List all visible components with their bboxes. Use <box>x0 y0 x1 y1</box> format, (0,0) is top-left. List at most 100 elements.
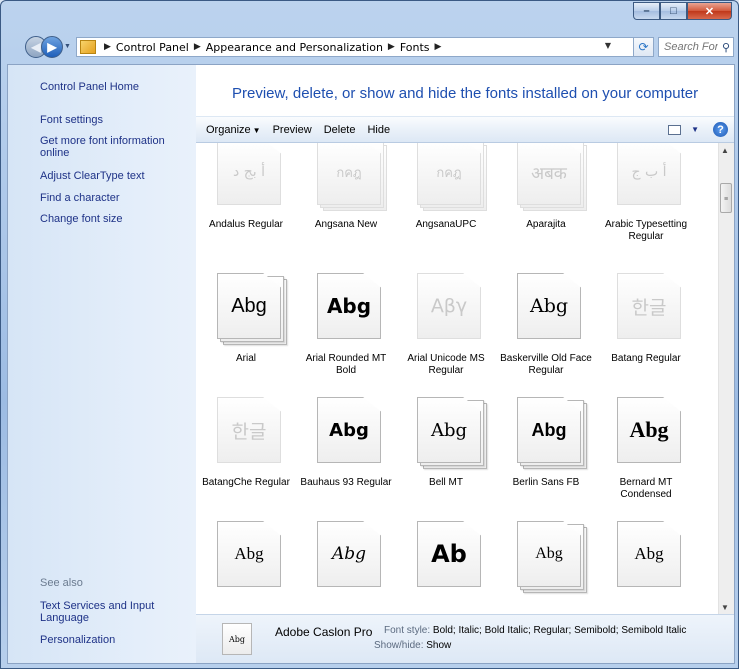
breadcrumb-separator-icon[interactable]: ▶ <box>194 42 201 52</box>
show-hide-value: Show <box>426 640 452 651</box>
more-font-info-link[interactable]: Get more font information online <box>40 135 180 159</box>
selected-font-thumbnail: Abg <box>222 623 252 655</box>
search-input[interactable] <box>664 41 718 53</box>
address-bar[interactable]: ▶ Control Panel ▶ Appearance and Persona… <box>76 37 634 57</box>
font-tile[interactable]: Abg <box>497 513 595 614</box>
font-style-label: Font style: <box>384 625 431 636</box>
font-tile[interactable]: Αβγ Arial Unicode MS Regular <box>397 265 495 397</box>
font-sample: Abg <box>629 417 669 442</box>
font-file-icon: Abg <box>217 521 283 589</box>
font-sample: Abg <box>529 295 569 317</box>
text-services-link[interactable]: Text Services and Input Language <box>40 600 170 624</box>
scroll-down-icon[interactable]: ▼ <box>721 603 729 612</box>
font-tile[interactable]: أ ب ج Arabic Typesetting Regular <box>597 143 695 263</box>
hide-button[interactable]: Hide <box>367 124 390 136</box>
font-name: Bauhaus 93 Regular <box>300 477 392 488</box>
font-sample: Abg <box>234 544 264 563</box>
font-tile[interactable]: Abg Berlin Sans FB <box>497 389 595 521</box>
font-sample: Abg <box>326 294 372 318</box>
vertical-scrollbar[interactable]: ▲ ≡ ▼ <box>718 143 734 614</box>
help-icon[interactable]: ? <box>713 122 728 137</box>
font-sample: Abg <box>430 419 468 441</box>
address-history-dropdown-icon[interactable]: ▼ <box>605 41 611 50</box>
refresh-icon: ⟳ <box>638 40 649 54</box>
organize-dropdown-icon: ▼ <box>252 125 261 135</box>
font-name: Aparajita <box>526 219 566 230</box>
font-tile[interactable]: أ بج د Andalus Regular <box>197 143 295 263</box>
font-file-icon: Abg <box>317 521 383 589</box>
show-hide-label: Show/hide: <box>374 640 424 651</box>
breadcrumb-fonts[interactable]: Fonts <box>400 41 430 54</box>
font-file-icon: Abg <box>317 397 383 465</box>
font-sample: 한글 <box>631 296 667 319</box>
minimize-button[interactable]: – <box>633 2 660 20</box>
recent-pages-dropdown-icon[interactable]: ▼ <box>64 43 71 50</box>
scroll-thumb[interactable]: ≡ <box>720 183 732 213</box>
view-dropdown-icon[interactable]: ▼ <box>691 125 699 134</box>
organize-button[interactable]: Organize ▼ <box>206 124 261 136</box>
content-pane: Control Panel Home Font settings Get mor… <box>7 64 735 664</box>
fonts-main: Preview, delete, or show and hide the fo… <box>196 65 734 663</box>
font-tile[interactable]: Abg Bauhaus 93 Regular <box>297 389 395 521</box>
close-button[interactable]: ✕ <box>687 2 732 20</box>
breadcrumb-separator-icon[interactable]: ▶ <box>388 42 395 52</box>
font-name: Berlin Sans FB <box>512 477 580 488</box>
font-tile[interactable]: Abg <box>297 513 395 614</box>
font-sample: Αβγ <box>430 295 468 317</box>
font-family-icon: Abg <box>517 521 587 593</box>
control-panel-home-link[interactable]: Control Panel Home <box>40 81 190 93</box>
breadcrumb-separator-icon[interactable]: ▶ <box>435 42 442 52</box>
font-tile[interactable]: Abg Baskerville Old Face Regular <box>497 265 595 397</box>
font-name: AngsanaUPC <box>415 219 477 230</box>
toolbar-right: ▼ ? <box>668 122 728 137</box>
find-character-link[interactable]: Find a character <box>40 192 190 204</box>
font-tile[interactable]: अबक Aparajita <box>497 143 595 263</box>
font-name: BatangChe Regular <box>202 477 290 488</box>
page-title: Preview, delete, or show and hide the fo… <box>232 85 699 102</box>
font-tile[interactable]: Abg <box>197 513 295 614</box>
font-tile[interactable]: Abg Arial Rounded MT Bold <box>297 265 395 397</box>
breadcrumb-separator-icon[interactable]: ▶ <box>104 42 111 52</box>
font-settings-link[interactable]: Font settings <box>40 114 190 126</box>
task-pane: Control Panel Home Font settings Get mor… <box>8 65 196 663</box>
font-tile[interactable]: Abg <box>597 513 695 614</box>
change-view-icon[interactable] <box>668 124 682 135</box>
change-font-size-link[interactable]: Change font size <box>40 213 190 225</box>
font-family-icon: กคฎ <box>317 143 387 211</box>
font-name: Arial <box>235 353 256 364</box>
delete-button[interactable]: Delete <box>324 124 356 136</box>
font-name: Arabic Typesetting Regular <box>604 219 688 242</box>
preview-button[interactable]: Preview <box>273 124 312 136</box>
font-tile[interactable]: 한글 BatangChe Regular <box>197 389 295 521</box>
search-box[interactable]: ⚲ <box>658 37 734 57</box>
font-tile[interactable]: Abg Arial <box>197 265 295 397</box>
font-name: Bell MT <box>429 477 463 488</box>
font-sample: 한글 <box>231 420 267 443</box>
font-sample: أ ب ج <box>631 164 667 180</box>
font-tile[interactable]: กคฎ Angsana New <box>297 143 395 263</box>
font-file-icon: Abg <box>617 397 683 465</box>
personalization-link[interactable]: Personalization <box>40 634 190 646</box>
font-sample: Abg <box>535 545 563 562</box>
font-family-icon: अबक <box>517 143 587 211</box>
font-name: Andalus Regular <box>209 219 283 230</box>
font-tile[interactable]: 한글 Batang Regular <box>597 265 695 397</box>
cleartype-link[interactable]: Adjust ClearType text <box>40 170 190 182</box>
scroll-up-icon[interactable]: ▲ <box>721 146 729 155</box>
font-file-icon: أ بج د <box>217 143 283 207</box>
forward-button[interactable]: ▶ <box>41 36 63 58</box>
font-tile[interactable]: Ab <box>397 513 495 614</box>
breadcrumb-control-panel[interactable]: Control Panel <box>116 41 189 54</box>
font-sample: กคฎ <box>336 165 362 181</box>
font-file-icon: Abg <box>617 521 683 589</box>
search-icon[interactable]: ⚲ <box>722 41 730 54</box>
font-tile[interactable]: กคฎ AngsanaUPC <box>397 143 495 263</box>
font-sample: Abg <box>331 544 367 564</box>
refresh-button[interactable]: ⟳ <box>634 37 654 57</box>
navigation-bar: ◀ ▶ ▼ ▶ Control Panel ▶ Appearance and P… <box>1 34 738 60</box>
font-sample: أ بج د <box>233 164 265 180</box>
maximize-button[interactable]: □ <box>660 2 687 20</box>
breadcrumb-appearance[interactable]: Appearance and Personalization <box>206 41 383 54</box>
font-tile[interactable]: Abg Bernard MT Condensed <box>597 389 695 521</box>
font-tile[interactable]: Abg Bell MT <box>397 389 495 521</box>
